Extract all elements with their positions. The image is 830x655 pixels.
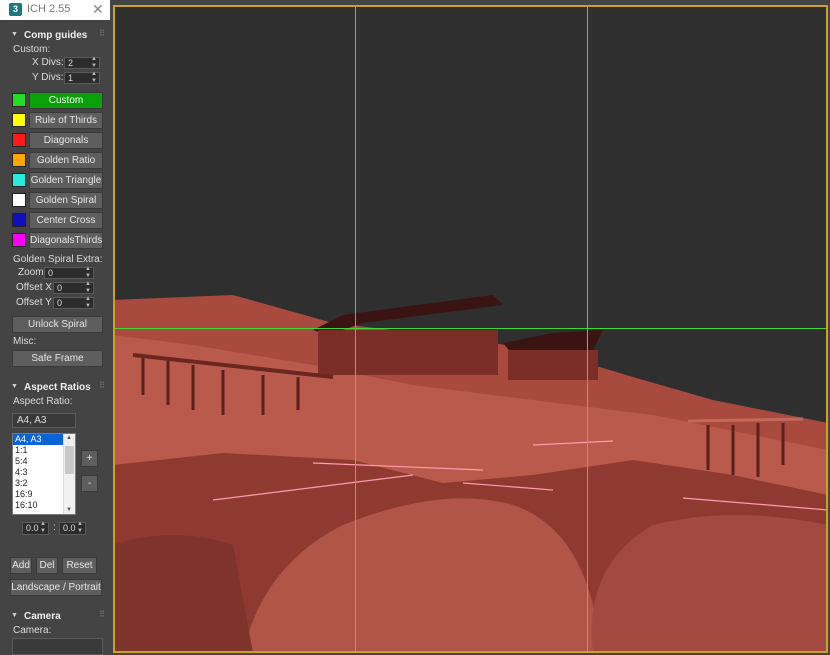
custom-label: Custom: [13,44,51,55]
ratio-separator: : [53,522,56,533]
collapse-triangle-icon: ▼ [11,612,18,619]
add-button[interactable]: Add [10,557,32,574]
x-divs-label: X Divs: [32,57,64,68]
vertical-guide-line [355,5,356,653]
comp-guides-header[interactable]: ▼ Comp guides ⠿ [6,28,108,44]
aspect-ratio-list[interactable]: A4, A3 1:1 5:4 4:3 3:2 16:9 16:10 ▲ ▼ [12,433,76,515]
horizontal-guide-line [113,328,828,329]
camera-field[interactable] [12,638,103,655]
zoom-value: 0 [48,268,54,278]
aspect-ratio-current-value: A4, A3 [17,415,47,426]
list-scrollbar[interactable]: ▲ ▼ [63,434,75,514]
reset-button[interactable]: Reset [62,557,97,574]
grip-icon: ⠿ [99,381,105,390]
comp-guides-title: Comp guides [24,30,88,41]
add-ratio-plus-button[interactable]: + [81,450,98,467]
x-divs-value: 2 [68,58,74,68]
close-icon[interactable]: ✕ [92,1,104,18]
remove-ratio-minus-button[interactable]: - [81,475,98,492]
scroll-up-icon[interactable]: ▲ [66,435,72,441]
zoom-label: Zoom [18,267,44,278]
window-titlebar: 3 ICH 2.55 ✕ [0,0,110,20]
app-icon: 3 [9,3,22,16]
safe-frame-button[interactable]: Safe Frame [12,350,103,367]
zoom-spinner[interactable]: 0 ▲ ▼ [44,266,94,280]
collapse-triangle-icon: ▼ [11,31,18,38]
guide-button[interactable]: Rule of Thirds [29,112,103,129]
camera-label: Camera: [13,625,52,636]
guide-color-swatch[interactable] [12,173,26,187]
scene-render [113,5,828,653]
guide-color-swatch[interactable] [12,193,26,207]
y-divs-spinner[interactable]: 1 ▲ ▼ [64,71,100,85]
spinner-arrows-icon[interactable]: ▲ ▼ [40,521,46,535]
aspect-ratios-header[interactable]: ▼ Aspect Ratios ⠿ [6,380,108,396]
unlock-spiral-button[interactable]: Unlock Spiral [12,316,103,333]
ratio-left-value: 0.0 [26,523,39,533]
aspect-ratio-current[interactable]: A4, A3 [12,413,76,428]
guide-button[interactable]: Diagonals [29,132,103,149]
scroll-down-icon[interactable]: ▼ [66,507,72,513]
spinner-arrows-icon[interactable]: ▲ ▼ [85,281,91,295]
spinner-arrows-icon[interactable]: ▲ ▼ [77,521,83,535]
guide-button[interactable]: Golden Spiral [29,192,103,209]
ratio-right-spinner[interactable]: 0.0 ▲ ▼ [59,521,86,535]
y-divs-label: Y Divs: [32,72,64,83]
offset-y-label: Offset Y [16,297,52,308]
guide-button[interactable]: Golden Ratio [29,152,103,169]
guide-color-swatch[interactable] [12,233,26,247]
offset-x-spinner[interactable]: 0 ▲ ▼ [53,281,94,295]
del-button[interactable]: Del [36,557,58,574]
camera-title: Camera [24,611,61,622]
ratio-right-value: 0.0 [63,523,76,533]
spiral-extra-label: Golden Spiral Extra: [13,254,103,265]
landscape-portrait-button[interactable]: Landscape / Portrait [10,579,102,596]
collapse-triangle-icon: ▼ [11,383,18,390]
spinner-arrows-icon[interactable]: ▲ ▼ [91,56,97,70]
guide-button[interactable]: Custom [29,92,103,109]
guide-color-swatch[interactable] [12,113,26,127]
guide-color-swatch[interactable] [12,93,26,107]
ratio-left-spinner[interactable]: 0.0 ▲ ▼ [22,521,49,535]
scroll-thumb[interactable] [65,446,74,474]
guide-color-swatch[interactable] [12,153,26,167]
guide-color-swatch[interactable] [12,213,26,227]
side-panel: ▼ Comp guides ⠿ Custom: X Divs: 2 ▲ ▼ Y D… [6,24,108,655]
spinner-arrows-icon[interactable]: ▲ ▼ [85,266,91,280]
x-divs-spinner[interactable]: 2 ▲ ▼ [64,56,100,70]
window-title: ICH 2.55 [27,3,71,15]
offset-y-value: 0 [57,298,63,308]
guide-button[interactable]: Center Cross [29,212,103,229]
guide-button[interactable]: DiagonalsThirds [29,232,103,249]
render-viewport[interactable] [113,5,828,653]
spinner-arrows-icon[interactable]: ▲ ▼ [91,71,97,85]
aspect-ratio-label: Aspect Ratio: [13,396,73,407]
offset-x-label: Offset X [16,282,52,293]
aspect-ratios-title: Aspect Ratios [24,382,91,393]
y-divs-value: 1 [68,73,74,83]
grip-icon: ⠿ [99,610,105,619]
guide-color-swatch[interactable] [12,133,26,147]
vertical-guide-line [587,5,588,653]
offset-x-value: 0 [57,283,63,293]
grip-icon: ⠿ [99,29,105,38]
spinner-arrows-icon[interactable]: ▲ ▼ [85,296,91,310]
camera-header[interactable]: ▼ Camera ⠿ [6,609,108,625]
misc-label: Misc: [13,336,37,347]
offset-y-spinner[interactable]: 0 ▲ ▼ [53,296,94,310]
guide-button[interactable]: Golden Triangle [29,172,103,189]
